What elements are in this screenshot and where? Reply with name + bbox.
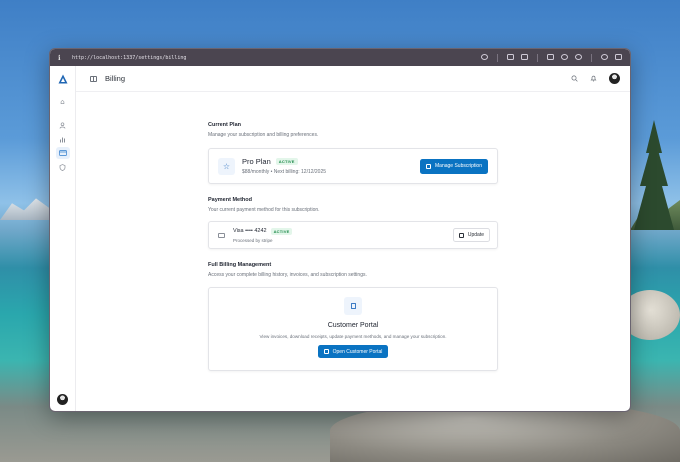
document-icon — [344, 297, 362, 315]
manage-subscription-button[interactable]: Manage Subscription — [420, 158, 488, 174]
user-icon[interactable] — [56, 119, 70, 131]
user-avatar[interactable] — [57, 394, 68, 405]
shield-glyph — [59, 163, 66, 171]
customer-portal-card: Customer Portal View invoices, download … — [208, 287, 498, 371]
address-bar[interactable]: ℹ http://localhost:1337/settings/billing — [50, 49, 630, 66]
update-button[interactable]: Update — [452, 228, 490, 242]
logo-icon[interactable] — [58, 74, 68, 84]
plan-name-row: Pro Plan ACTIVE — [242, 157, 420, 166]
plan-card: ☆ Pro Plan ACTIVE $88/monthly • Next bil… — [208, 148, 498, 184]
billing-content: Current Plan Manage your subscription an… — [208, 122, 498, 371]
external-link-icon — [458, 232, 464, 238]
document-glyph — [350, 303, 356, 309]
section-subtitle: Manage your subscription and billing pre… — [208, 132, 319, 138]
plan-name: Pro Plan — [242, 157, 271, 166]
plan-info: Pro Plan ACTIVE $88/monthly • Next billi… — [242, 157, 420, 175]
toolbar-divider — [591, 53, 592, 62]
current-plan-section: Current Plan Manage your subscription an… — [208, 122, 498, 184]
card-row: Visa •••• 4242 ACTIVE — [233, 227, 453, 235]
section-title: Current Plan — [208, 122, 242, 128]
billing-management-section: Full Billing Management Access your comp… — [208, 262, 498, 371]
bar-chart-icon[interactable] — [56, 133, 70, 145]
section-title: Payment Method — [208, 197, 253, 203]
payment-method-section: Payment Method Your current payment meth… — [208, 197, 498, 249]
home-icon[interactable]: ⌂ — [56, 96, 70, 108]
search-icon[interactable] — [571, 75, 578, 82]
toolbar-divider — [537, 53, 538, 62]
processor-text: Processed by stripe — [233, 237, 273, 243]
payment-card: Visa •••• 4242 ACTIVE Processed by strip… — [208, 221, 498, 249]
portal-title: Customer Portal — [327, 322, 379, 329]
extension-icon[interactable] — [615, 53, 622, 60]
link-icon[interactable] — [481, 53, 488, 60]
star-icon: ☆ — [218, 157, 235, 175]
top-bar-actions — [571, 73, 620, 84]
section-subtitle: Your current payment method for this sub… — [208, 207, 320, 213]
user-glyph — [59, 121, 66, 129]
browser-toolbar-icons — [481, 53, 622, 62]
main-area: Billing Current Plan Manage your subscri… — [76, 66, 630, 411]
status-badge: ACTIVE — [275, 158, 298, 165]
credit-card-glyph — [58, 150, 67, 156]
sidebar-toggle-icon[interactable] — [90, 75, 97, 82]
external-link-icon — [426, 163, 432, 169]
shield-icon[interactable] — [56, 161, 70, 173]
url-text[interactable]: http://localhost:1337/settings/billing — [72, 55, 481, 61]
button-label: Update — [467, 232, 484, 238]
open-customer-portal-button[interactable]: Open Customer Portal — [317, 345, 389, 358]
pine-trees — [634, 120, 674, 230]
browser-window: ℹ http://localhost:1337/settings/billing… — [49, 48, 631, 412]
button-label: Manage Subscription — [435, 163, 482, 169]
credit-card-icon — [218, 232, 225, 238]
top-bar: Billing — [76, 66, 630, 92]
status-badge: ACTIVE — [270, 227, 293, 235]
app: ⌂ Billing Current Plan Manage your subsc… — [50, 66, 630, 411]
eye-icon[interactable] — [601, 53, 608, 60]
button-label: Open Customer Portal — [332, 348, 383, 355]
credit-card-icon[interactable] — [55, 147, 70, 159]
toolbar-divider — [497, 53, 498, 62]
bell-icon[interactable] — [590, 75, 597, 82]
info-icon[interactable]: ℹ — [58, 54, 66, 62]
external-link-icon — [323, 349, 329, 354]
profile-avatar[interactable] — [609, 73, 620, 84]
section-title: Full Billing Management — [208, 262, 272, 268]
camera-icon[interactable] — [521, 53, 528, 60]
picture-in-picture-icon[interactable] — [507, 53, 514, 60]
payment-info: Visa •••• 4242 ACTIVE Processed by strip… — [233, 227, 453, 243]
bar-chart-glyph — [60, 137, 65, 142]
portal-description: View invoices, download receipts, update… — [259, 334, 447, 339]
sidebar: ⌂ — [50, 66, 76, 411]
plan-details: $88/monthly • Next billing: 12/12/2025 — [242, 169, 327, 175]
settings-icon[interactable] — [575, 53, 582, 60]
folder-icon[interactable] — [547, 53, 554, 60]
card-label: Visa •••• 4242 — [233, 228, 267, 234]
page-title: Billing — [105, 74, 126, 83]
target-icon[interactable] — [561, 53, 568, 60]
section-subtitle: Access your complete billing history, in… — [208, 272, 367, 278]
